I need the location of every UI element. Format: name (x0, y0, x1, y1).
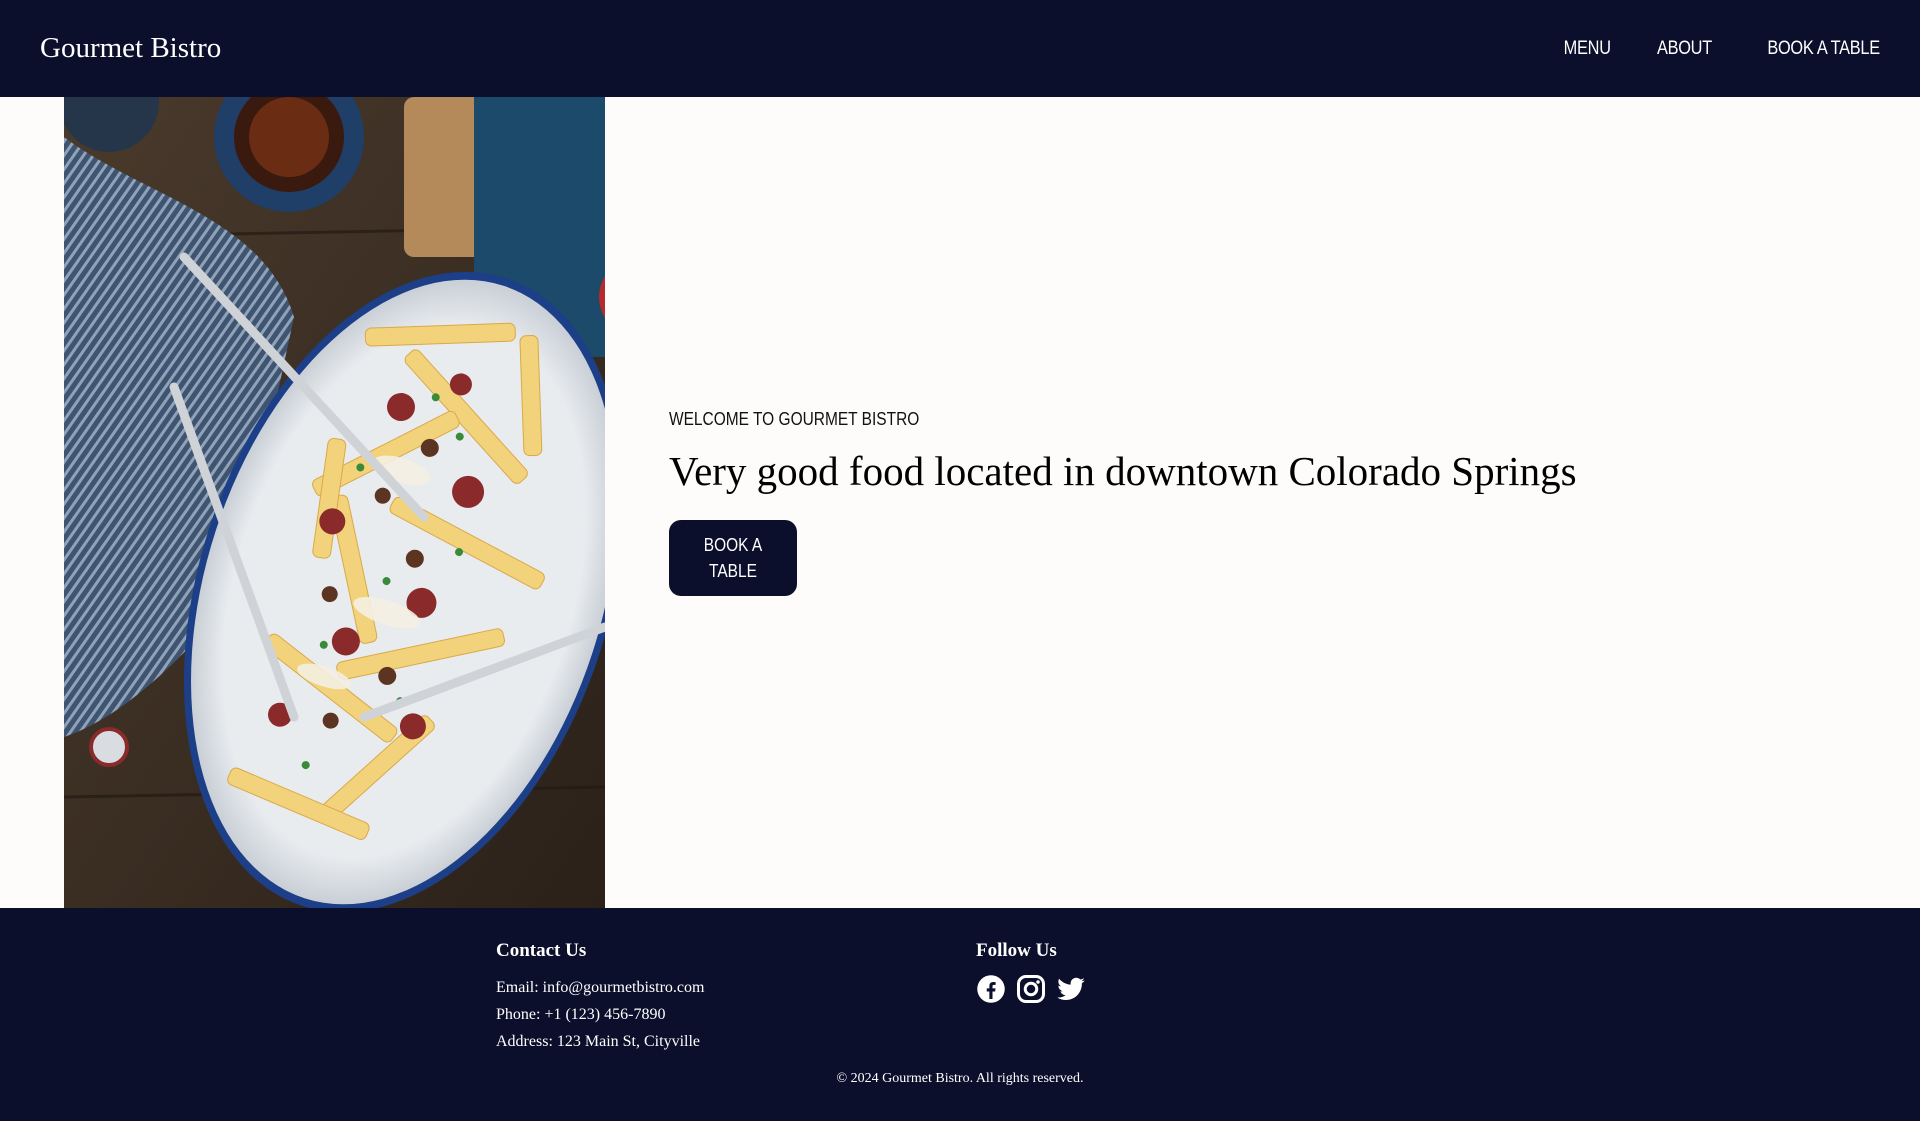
contact-title: Contact Us (496, 940, 587, 961)
book-a-table-button[interactable]: BOOK A TABLE (669, 520, 797, 596)
facebook-icon[interactable] (976, 974, 1006, 1004)
site-header: Gourmet Bistro MENU ABOUT BOOK A TABLE (0, 0, 1920, 97)
hero-headline: Very good food located in downtown Color… (669, 448, 1577, 494)
hero-food-image (64, 97, 605, 908)
poutine-photo (64, 97, 605, 908)
hero-section: WELCOME TO GOURMET BISTRO Very good food… (0, 97, 1920, 908)
instagram-icon[interactable] (1016, 974, 1046, 1004)
nav-menu[interactable]: MENU (1564, 38, 1611, 60)
contact-email: Email: info@gourmetbistro.com (496, 979, 705, 996)
nav-about[interactable]: ABOUT (1657, 38, 1712, 60)
copyright: © 2024 Gourmet Bistro. All rights reserv… (836, 1071, 1084, 1086)
contact-phone: Phone: +1 (123) 456-7890 (496, 1006, 666, 1023)
site-footer: Contact Us Email: info@gourmetbistro.com… (0, 908, 1920, 1121)
contact-section: Contact Us Email: info@gourmetbistro.com… (496, 940, 704, 1055)
social-links (976, 974, 1086, 1004)
follow-title: Follow Us (976, 940, 1057, 961)
book-a-table-button-label: BOOK A TABLE (703, 535, 763, 581)
hero-eyebrow: WELCOME TO GOURMET BISTRO (669, 409, 920, 429)
brand-logo[interactable]: Gourmet Bistro (40, 32, 221, 65)
follow-section: Follow Us (976, 940, 1086, 1004)
twitter-icon[interactable] (1056, 974, 1086, 1004)
contact-address: Address: 123 Main St, Cityville (496, 1033, 700, 1050)
main-nav: MENU ABOUT BOOK A TABLE (1519, 38, 1880, 60)
hero-copy: WELCOME TO GOURMET BISTRO Very good food… (669, 97, 1769, 908)
nav-book-a-table[interactable]: BOOK A TABLE (1767, 38, 1880, 60)
